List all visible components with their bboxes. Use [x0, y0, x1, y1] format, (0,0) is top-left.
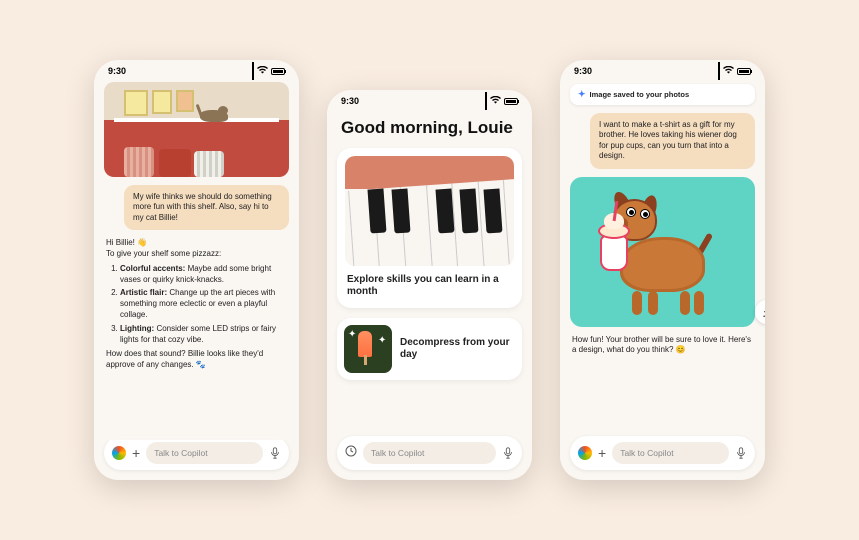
status-bar: 9:30 — [560, 60, 765, 82]
mic-icon[interactable] — [735, 447, 747, 459]
list-item: Artistic flair: Change up the art pieces… — [120, 288, 287, 320]
copilot-icon[interactable] — [112, 446, 126, 460]
signal-icon — [252, 62, 254, 80]
battery-icon — [737, 68, 751, 75]
status-time: 9:30 — [341, 96, 359, 106]
input-bar: + Talk to Copilot — [104, 436, 289, 470]
input-placeholder: Talk to Copilot — [154, 448, 207, 458]
input-bar: Talk to Copilot — [337, 436, 522, 470]
input-placeholder: Talk to Copilot — [371, 448, 424, 458]
chat-content: My wife thinks we should do something mo… — [94, 82, 299, 430]
wifi-icon — [490, 96, 501, 106]
user-message: I want to make a t-shirt as a gift for m… — [590, 113, 755, 169]
card-title: Decompress from your day — [400, 337, 515, 361]
list-item: Colorful accents: Maybe add some bright … — [120, 264, 287, 286]
suggestion-card-skills[interactable]: Explore skills you can learn in a month — [337, 148, 522, 308]
card-title: Explore skills you can learn in a month — [345, 266, 514, 300]
toast-notification: ✦ Image saved to your photos — [570, 84, 755, 105]
battery-icon — [271, 68, 285, 75]
signal-icon — [718, 62, 720, 80]
phone-mockup-2: 9:30 Good morning, Louie Explore skills … — [327, 90, 532, 480]
sparkle-icon: ✦ — [578, 89, 586, 100]
input-bar: + Talk to Copilot — [570, 436, 755, 470]
mic-icon[interactable] — [502, 447, 514, 459]
assistant-greeting: Hi Billie! 👋 — [106, 238, 287, 249]
history-icon[interactable] — [345, 444, 357, 462]
plus-icon[interactable]: + — [598, 445, 606, 461]
assistant-message: How fun! Your brother will be sure to lo… — [570, 327, 755, 365]
signal-icon — [485, 92, 487, 110]
plus-icon[interactable]: + — [132, 445, 140, 461]
assistant-outro: How does that sound? Billie looks like t… — [106, 349, 287, 371]
user-message: My wife thinks we should do something mo… — [124, 185, 289, 230]
status-icons — [718, 62, 751, 80]
card-image-piano — [345, 156, 514, 266]
chat-input[interactable]: Talk to Copilot — [146, 442, 263, 464]
card-image-popsicle: ✦ ✦ — [344, 325, 392, 373]
phone-mockup-3: 9:30 ✦ Image saved to your photos I want… — [560, 60, 765, 480]
status-bar: 9:30 — [327, 90, 532, 112]
input-placeholder: Talk to Copilot — [620, 448, 673, 458]
list-item: Lighting: Consider some LED strips or fa… — [120, 324, 287, 346]
status-time: 9:30 — [574, 66, 592, 76]
toast-text: Image saved to your photos — [590, 90, 690, 99]
chat-input[interactable]: Talk to Copilot — [612, 442, 729, 464]
assistant-intro: To give your shelf some pizzazz: — [106, 249, 287, 260]
mic-icon[interactable] — [269, 447, 281, 459]
home-content: Good morning, Louie Explore skills you c… — [327, 112, 532, 430]
chat-input[interactable]: Talk to Copilot — [363, 442, 496, 464]
wifi-icon — [257, 66, 268, 76]
status-icons — [485, 92, 518, 110]
generated-image-dog — [570, 177, 755, 327]
status-time: 9:30 — [108, 66, 126, 76]
suggestion-list: Colorful accents: Maybe add some bright … — [106, 264, 287, 346]
wifi-icon — [723, 66, 734, 76]
greeting-heading: Good morning, Louie — [337, 112, 522, 148]
battery-icon — [504, 98, 518, 105]
copilot-icon[interactable] — [578, 446, 592, 460]
status-icons — [252, 62, 285, 80]
chat-content: ✦ Image saved to your photos I want to m… — [560, 82, 765, 430]
status-bar: 9:30 — [94, 60, 299, 82]
assistant-message: Hi Billie! 👋 To give your shelf some piz… — [104, 238, 289, 371]
suggestion-card-decompress[interactable]: ✦ ✦ Decompress from your day — [337, 318, 522, 380]
phone-mockup-1: 9:30 My wife thinks we should do somethi… — [94, 60, 299, 480]
uploaded-image-shelf — [104, 82, 289, 177]
